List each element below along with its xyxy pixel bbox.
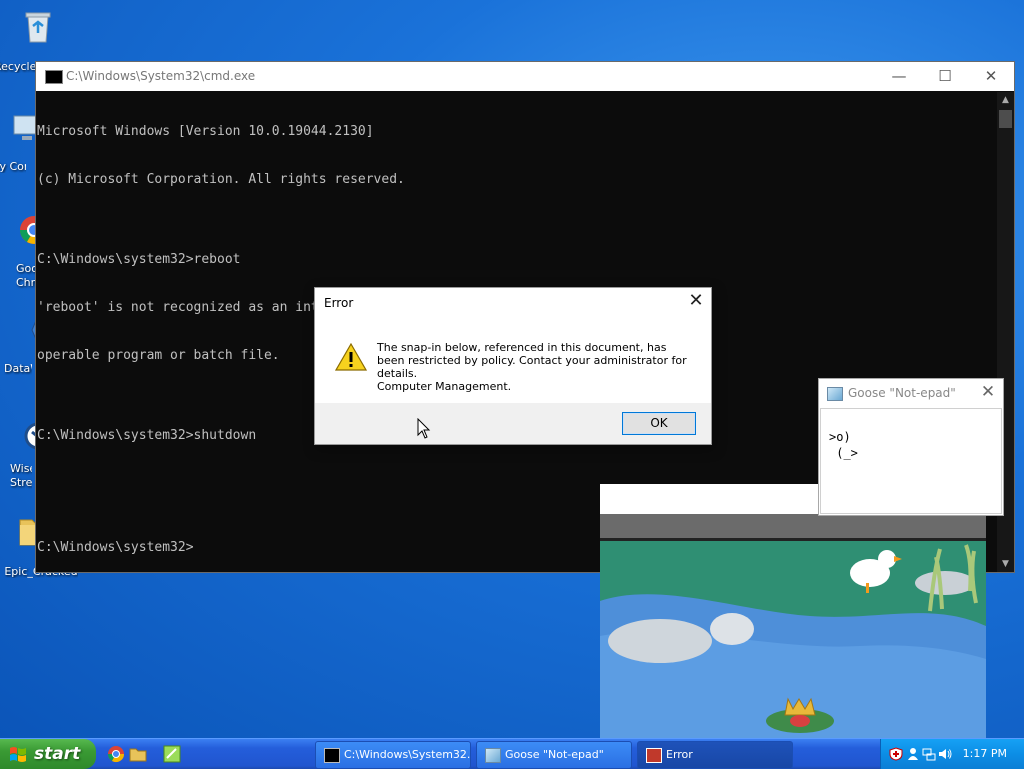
chrome-quicklaunch-icon[interactable] [107, 745, 125, 763]
dialog-footer: OK [315, 403, 711, 444]
desktop-icon-recycle-bin[interactable]: Recycle Bin [0, 8, 74, 73]
taskbar-button-error[interactable]: Error [637, 741, 793, 769]
dialog-title: Error [324, 296, 354, 310]
task-label: C:\Windows\System32... [344, 748, 471, 761]
volume-icon[interactable] [938, 747, 952, 761]
goose-game-scene[interactable] [600, 541, 986, 738]
console-line: C:\Windows\system32>reboot [37, 252, 241, 267]
security-shield-icon[interactable] [889, 747, 903, 761]
goose-text-line: >o) [829, 430, 851, 444]
desktop-icon-label: My Computer [0, 160, 26, 173]
goose-window-title: Goose "Not-epad" [848, 386, 956, 400]
notepad-quicklaunch-icon[interactable] [163, 745, 181, 763]
dialog-message: The snap-in below, referenced in this do… [377, 341, 697, 393]
scroll-down-icon[interactable]: ▼ [997, 556, 1014, 572]
warning-icon [335, 343, 367, 371]
network-icon[interactable] [922, 747, 936, 761]
error-app-icon [646, 748, 662, 763]
message-text: The snap-in below, referenced in this do… [377, 341, 687, 380]
cmd-title-bar[interactable]: C:\Windows\System32\cmd.exe — ☐ ✕ [36, 62, 1014, 91]
windows-logo-icon [10, 747, 26, 762]
user-icon[interactable] [906, 747, 920, 761]
notepad-icon [485, 748, 501, 763]
cmd-window-title: C:\Windows\System32\cmd.exe [66, 69, 256, 83]
goose-notepad-window[interactable]: Goose "Not-epad" ✕ >o) (_> [818, 378, 1004, 516]
game-toolbar [600, 514, 986, 541]
notepad-icon [827, 387, 843, 401]
start-label: start [34, 744, 81, 764]
goose-text-area[interactable]: >o) (_> [820, 408, 1002, 514]
console-line: Microsoft Windows [Version 10.0.19044.21… [37, 124, 374, 139]
game-window[interactable] [600, 484, 986, 738]
error-dialog[interactable]: Error ✕ The snap-in below, referenced in… [314, 287, 712, 445]
goose-text-line: (_> [829, 446, 858, 460]
taskbar-button-goose-notepad[interactable]: Goose "Not-epad" [476, 741, 632, 769]
desktop-icon-label: Wise Stress [10, 462, 32, 489]
taskbar-button-cmd[interactable]: C:\Windows\System32... [315, 741, 471, 769]
task-label: Goose "Not-epad" [505, 748, 604, 761]
minimize-button[interactable]: — [876, 62, 922, 91]
cmd-app-icon [45, 70, 63, 84]
close-button[interactable]: ✕ [973, 379, 1003, 407]
desktop-icon-label: Google Chrome [16, 262, 36, 289]
desktop: Recycle Bin My Computer Google Chrome Da… [0, 0, 1024, 738]
scroll-thumb[interactable] [999, 110, 1012, 128]
game-scene-art [600, 541, 986, 738]
console-line: (c) Microsoft Corporation. All rights re… [37, 172, 405, 187]
close-button[interactable]: ✕ [968, 62, 1014, 91]
explorer-quicklaunch-icon[interactable] [129, 745, 147, 763]
start-button[interactable]: start [0, 739, 96, 769]
clock[interactable]: 1:17 PM [963, 739, 1007, 769]
ok-button[interactable]: OK [622, 412, 696, 435]
system-tray: 1:17 PM [880, 739, 1024, 769]
close-button[interactable]: ✕ [681, 288, 711, 316]
recycle-bin-icon [25, 12, 51, 43]
desktop-icon-label: DataWrangler [4, 362, 32, 375]
taskbar: start C:\Windows\System32... Goose "Not-… [0, 738, 1024, 769]
task-label: Error [666, 748, 693, 761]
message-detail: Computer Management. [377, 380, 512, 393]
cmd-icon [324, 748, 340, 763]
scroll-up-icon[interactable]: ▲ [997, 92, 1014, 108]
maximize-button[interactable]: ☐ [922, 62, 968, 91]
mouse-cursor-icon [417, 418, 431, 439]
